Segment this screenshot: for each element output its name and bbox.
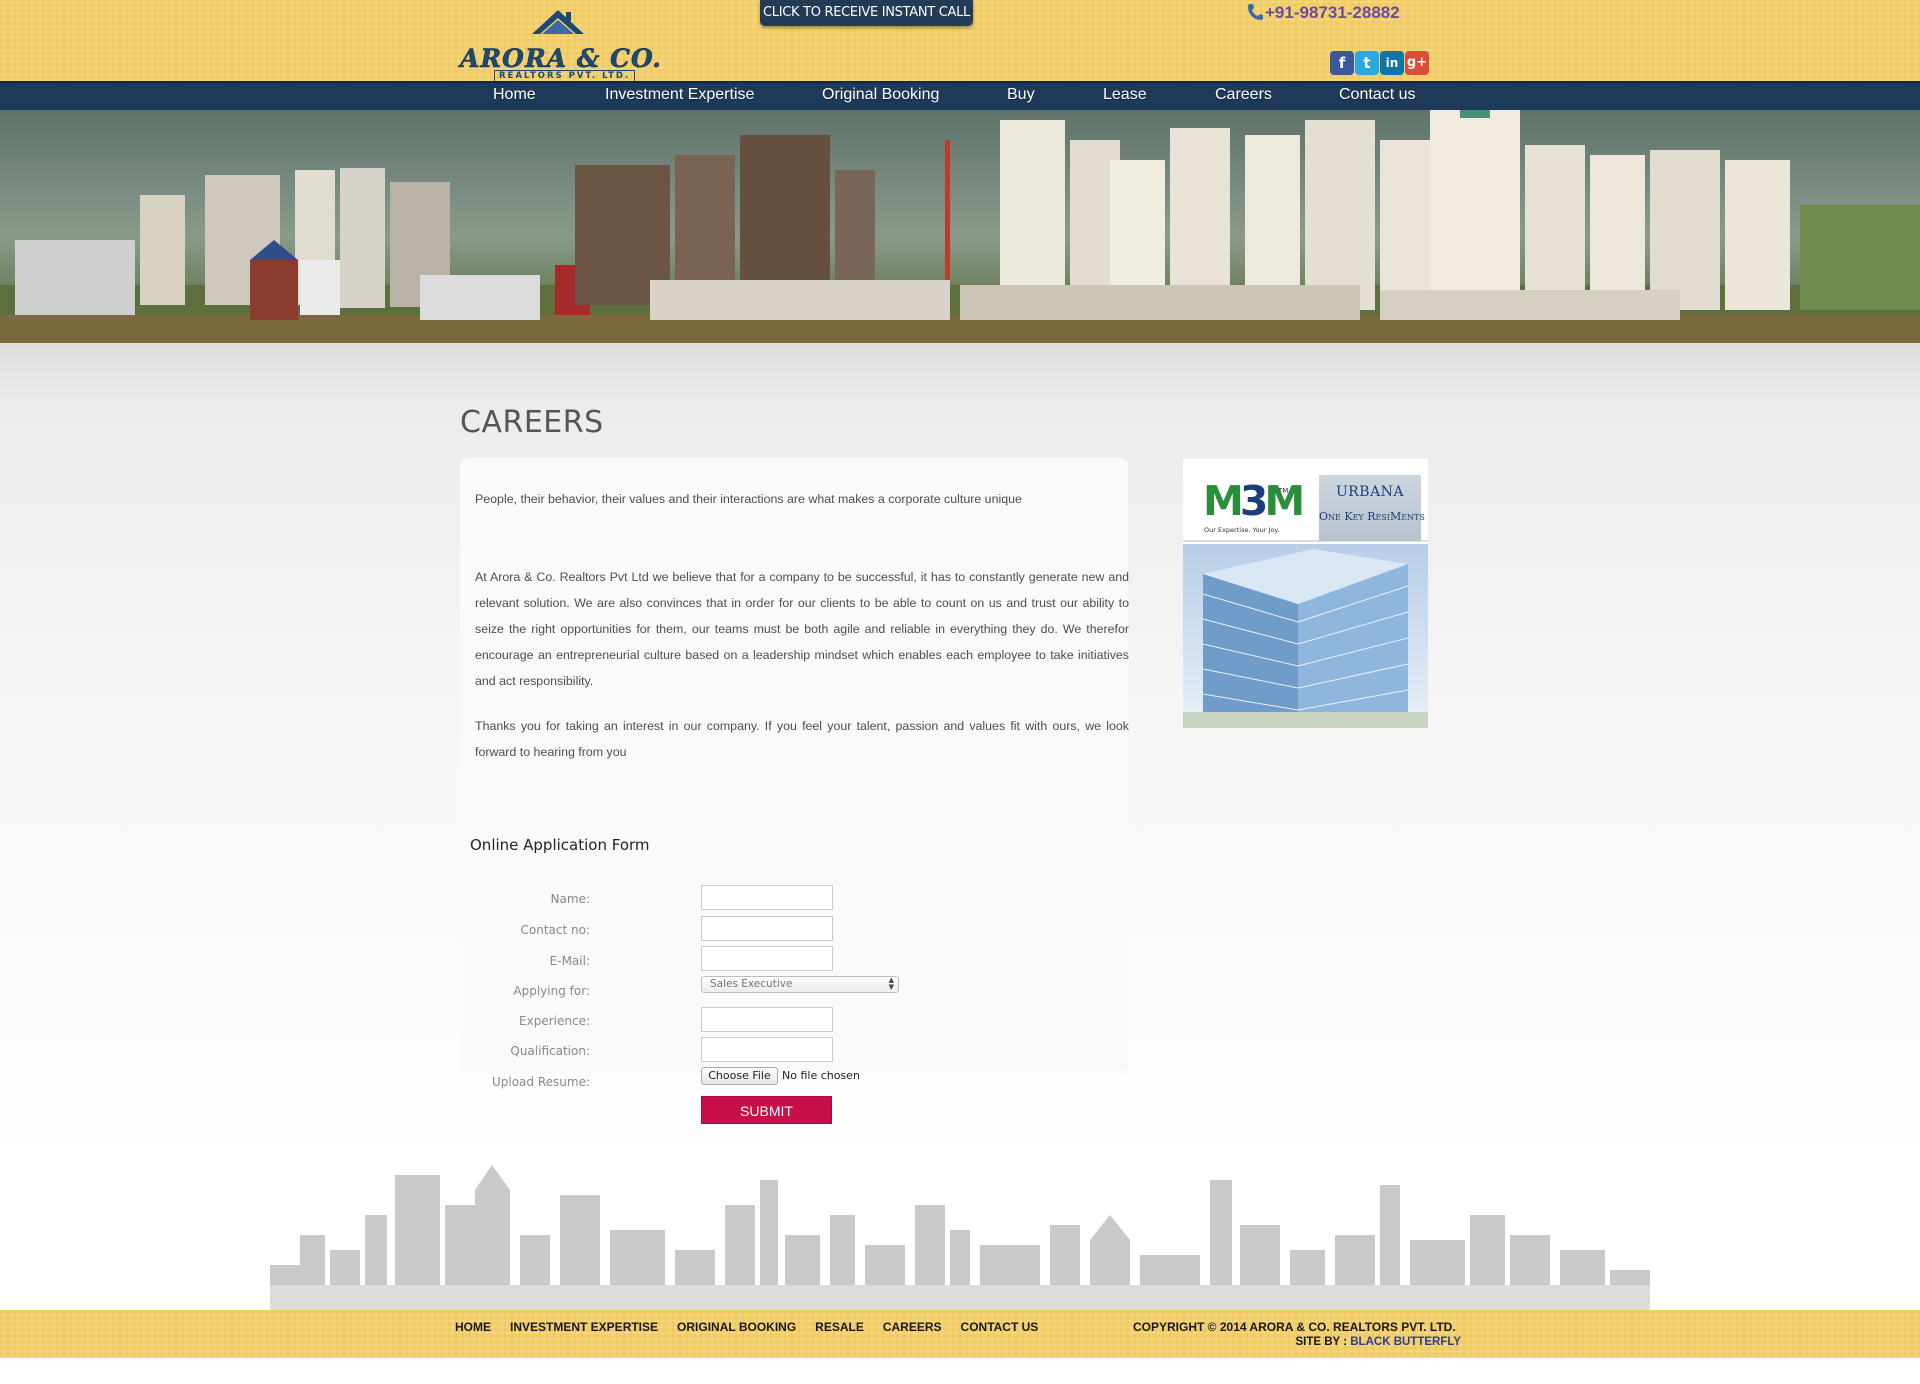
name-input[interactable] bbox=[701, 885, 833, 910]
email-label: E-Mail: bbox=[549, 954, 590, 968]
submit-button[interactable]: SUBMIT bbox=[701, 1096, 832, 1124]
qualification-input[interactable] bbox=[701, 1037, 833, 1062]
city-banner-image bbox=[0, 110, 1920, 343]
house-roof-icon bbox=[532, 10, 584, 34]
footer-link-contact-us[interactable]: CONTACT US bbox=[961, 1320, 1039, 1334]
urbana-tagline: One Key ResiMents bbox=[1319, 510, 1425, 523]
nav-buy[interactable]: Buy bbox=[1007, 86, 1035, 104]
footer-link-careers[interactable]: CAREERS bbox=[883, 1320, 942, 1334]
company-logo[interactable]: ARORA & CO. REALTORS PVT. LTD. bbox=[460, 4, 663, 82]
nav-careers[interactable]: Careers bbox=[1215, 86, 1272, 104]
main-content-area: CAREERS People, their behavior, their va… bbox=[0, 343, 1920, 1163]
qualification-label: Qualification: bbox=[510, 1044, 590, 1058]
copyright-text: COPYRIGHT © 2014 ARORA & CO. REALTORS PV… bbox=[1133, 1320, 1456, 1334]
applying-for-value: Sales Executive bbox=[710, 978, 793, 990]
nav-contact-us[interactable]: Contact us bbox=[1339, 86, 1415, 104]
thanks-paragraph: Thanks you for taking an interest in our… bbox=[475, 719, 1129, 759]
contact-label: Contact no: bbox=[520, 923, 591, 937]
file-status-text: No file chosen bbox=[782, 1069, 860, 1082]
skyline-silhouette-decoration bbox=[270, 1165, 1650, 1310]
facebook-icon[interactable]: f bbox=[1330, 51, 1354, 75]
urbana-logo: URBANA One Key ResiMents bbox=[1319, 475, 1425, 541]
applying-for-select[interactable]: Sales Executive ▲ ▼ bbox=[701, 976, 899, 993]
phone-number-text: +91-98731-28882 bbox=[1265, 3, 1400, 22]
urbana-tower-image bbox=[1183, 544, 1428, 728]
experience-input[interactable] bbox=[701, 1007, 833, 1032]
site-by-credit-link[interactable]: BLACK BUTTERFLY bbox=[1350, 1336, 1461, 1348]
footer-link-investment-expertise[interactable]: INVESTMENT EXPERTISE bbox=[510, 1320, 658, 1334]
email-input[interactable] bbox=[701, 946, 833, 971]
nav-investment-expertise[interactable]: Investment Expertise bbox=[605, 86, 754, 104]
site-by-label: SITE BY : bbox=[1295, 1336, 1348, 1348]
m3m-trademark: TM bbox=[1278, 487, 1289, 495]
contact-input[interactable] bbox=[701, 916, 833, 941]
upload-resume-label: Upload Resume: bbox=[491, 1075, 590, 1089]
google-plus-icon[interactable]: g+ bbox=[1405, 51, 1429, 75]
nav-home[interactable]: Home bbox=[493, 86, 536, 104]
page-title: CAREERS bbox=[460, 405, 604, 440]
careers-content-panel: People, their behavior, their values and… bbox=[460, 458, 1129, 1124]
experience-label: Experience: bbox=[519, 1014, 590, 1028]
twitter-icon[interactable]: t bbox=[1355, 51, 1379, 75]
logo-name: ARORA & CO. bbox=[460, 44, 663, 74]
choose-file-button[interactable]: Choose File bbox=[701, 1067, 778, 1085]
city-skyline-illustration bbox=[0, 110, 1920, 343]
footer-link-home[interactable]: HOME bbox=[455, 1320, 491, 1334]
site-footer: HOME INVESTMENT EXPERTISE ORIGINAL BOOKI… bbox=[0, 1310, 1920, 1358]
m3m-tagline: Our Expertise. Your Joy. bbox=[1204, 526, 1280, 534]
footer-link-resale[interactable]: RESALE bbox=[815, 1320, 864, 1334]
site-header: ARORA & CO. REALTORS PVT. LTD. CLICK TO … bbox=[0, 0, 1920, 82]
m3m-urbana-advertisement[interactable]: M3M TM Our Expertise. Your Joy. URBANA O… bbox=[1183, 459, 1428, 728]
instant-call-button[interactable]: CLICK TO RECEIVE INSTANT CALL bbox=[760, 0, 973, 26]
select-arrows-icon: ▲ ▼ bbox=[888, 976, 894, 991]
main-navigation: Home Investment Expertise Original Booki… bbox=[0, 81, 1920, 110]
name-label: Name: bbox=[550, 892, 590, 906]
urbana-name: URBANA bbox=[1335, 484, 1405, 500]
nav-lease[interactable]: Lease bbox=[1103, 86, 1147, 104]
phone-number[interactable]: +91-98731-28882 bbox=[1247, 3, 1400, 25]
phone-icon bbox=[1248, 4, 1263, 20]
footer-link-original-booking[interactable]: ORIGINAL BOOKING bbox=[677, 1320, 796, 1334]
linkedin-icon[interactable]: in bbox=[1380, 51, 1404, 75]
application-form-title: Online Application Form bbox=[470, 836, 650, 854]
footer-links: HOME INVESTMENT EXPERTISE ORIGINAL BOOKI… bbox=[455, 1320, 1038, 1334]
ad-logo-strip: M3M TM Our Expertise. Your Joy. URBANA O… bbox=[1183, 459, 1428, 542]
social-links: f t in g+ bbox=[1330, 51, 1429, 75]
nav-original-booking[interactable]: Original Booking bbox=[822, 86, 939, 104]
intro-paragraph: People, their behavior, their values and… bbox=[475, 492, 1022, 506]
applying-for-label: Applying for: bbox=[513, 984, 590, 998]
site-credit: SITE BY : BLACK BUTTERFLY bbox=[1295, 1336, 1461, 1348]
culture-paragraph: At Arora & Co. Realtors Pvt Ltd we belie… bbox=[475, 570, 1129, 688]
